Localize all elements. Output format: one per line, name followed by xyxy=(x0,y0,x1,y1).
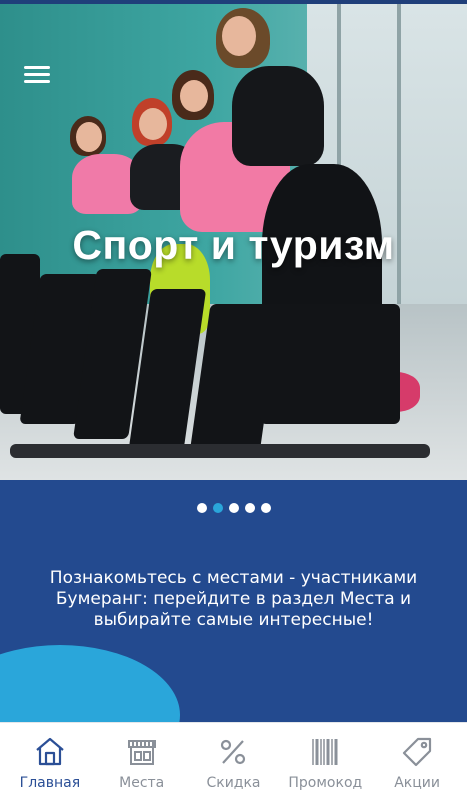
slide-dot[interactable] xyxy=(228,503,239,513)
bottom-navigation: Главная Места Скидка Промокод Акции xyxy=(0,722,467,800)
slide-pagination[interactable] xyxy=(0,503,467,513)
barcode-icon xyxy=(312,739,338,765)
tag-icon xyxy=(402,737,432,767)
info-text: Познакомьтесь с местами - участниками Бу… xyxy=(49,568,418,630)
nav-item-promotions[interactable]: Акции xyxy=(371,723,463,800)
nav-item-promocode[interactable]: Промокод xyxy=(279,723,371,800)
hero-title: Спорт и туризм xyxy=(72,222,395,268)
slide-dot[interactable] xyxy=(244,503,255,513)
nav-item-places[interactable]: Места xyxy=(96,723,188,800)
slide-dot[interactable] xyxy=(196,503,207,513)
decorative-blob xyxy=(0,645,180,722)
nav-label: Скидка xyxy=(206,775,261,791)
nav-label: Места xyxy=(119,775,165,791)
hamburger-menu-icon[interactable] xyxy=(24,66,50,84)
info-panel: Познакомьтесь с местами - участниками Бу… xyxy=(0,480,467,722)
nav-item-home[interactable]: Главная xyxy=(4,723,96,800)
nav-item-discount[interactable]: Скидка xyxy=(188,723,280,800)
slide-dot[interactable] xyxy=(260,503,271,513)
hero-banner[interactable]: Спорт и туризм xyxy=(0,4,467,480)
home-icon xyxy=(36,737,64,766)
store-icon xyxy=(127,740,156,765)
percent-icon xyxy=(221,739,246,765)
slide-dot-active[interactable] xyxy=(212,503,223,513)
nav-label: Главная xyxy=(19,775,81,791)
nav-label: Промокод xyxy=(288,775,363,791)
nav-label: Акции xyxy=(394,775,440,791)
